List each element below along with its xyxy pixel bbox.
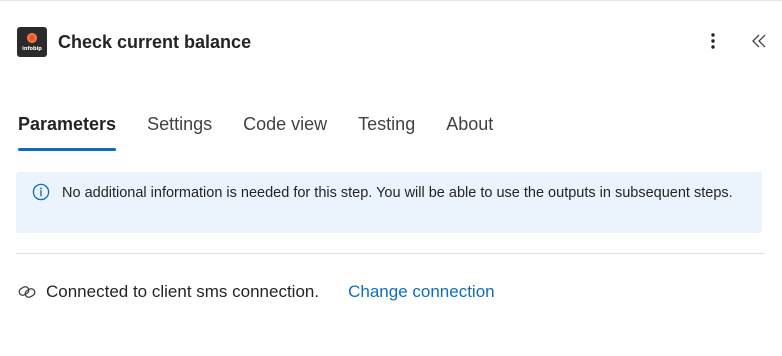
tab-list: Parameters Settings Code view Testing Ab… bbox=[18, 114, 524, 152]
tab-testing[interactable]: Testing bbox=[358, 114, 415, 152]
tab-label: About bbox=[446, 114, 494, 134]
connection-row: Connected to client sms connection. Chan… bbox=[17, 281, 495, 303]
collapse-panel-button[interactable] bbox=[746, 28, 772, 54]
page-title: Check current balance bbox=[58, 31, 252, 52]
tab-label: Settings bbox=[147, 114, 213, 134]
more-options-button[interactable] bbox=[700, 28, 726, 54]
tab-label: Testing bbox=[358, 114, 416, 134]
tab-settings[interactable]: Settings bbox=[147, 114, 212, 152]
infobip-logo: infobip bbox=[17, 27, 47, 57]
info-icon bbox=[32, 183, 50, 201]
tab-about[interactable]: About bbox=[446, 114, 493, 152]
section-divider bbox=[16, 253, 765, 254]
tab-label: Code view bbox=[243, 114, 328, 134]
more-vertical-icon bbox=[711, 33, 715, 49]
tab-parameters[interactable]: Parameters bbox=[18, 114, 117, 152]
action-details-panel: infobip Check current balance Parameters… bbox=[0, 0, 782, 356]
logo-mark bbox=[27, 33, 37, 43]
info-banner: No additional information is needed for … bbox=[16, 172, 762, 233]
top-border bbox=[0, 0, 782, 1]
tab-code-view[interactable]: Code view bbox=[243, 114, 327, 152]
active-tab-indicator bbox=[18, 148, 117, 151]
info-message: No additional information is needed for … bbox=[62, 185, 733, 201]
panel-header: infobip Check current balance bbox=[17, 26, 251, 58]
logo-text: infobip bbox=[22, 46, 42, 52]
double-chevron-left-icon bbox=[752, 34, 766, 48]
connection-status: Connected to client sms connection. bbox=[46, 282, 320, 301]
change-connection-link[interactable]: Change connection bbox=[348, 282, 495, 302]
link-icon bbox=[18, 286, 36, 298]
tab-label: Parameters bbox=[18, 114, 117, 134]
